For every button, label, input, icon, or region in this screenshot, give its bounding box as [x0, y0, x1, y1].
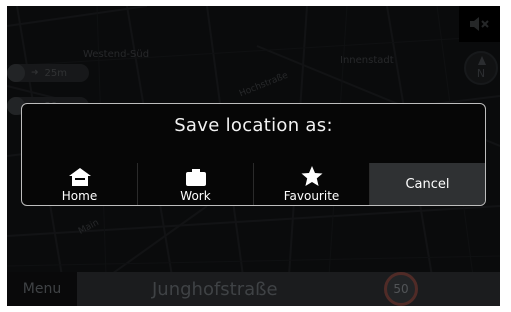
save-as-home-button[interactable]: Home — [22, 163, 138, 205]
star-icon — [301, 166, 322, 186]
save-location-dialog: Save location as: Home Work Favourite Ca… — [21, 103, 486, 206]
cancel-button[interactable]: Cancel — [370, 163, 485, 205]
briefcase-icon — [185, 169, 206, 186]
save-as-favourite-button[interactable]: Favourite — [254, 163, 370, 205]
dialog-title: Save location as: — [174, 115, 333, 136]
save-as-work-button[interactable]: Work — [138, 163, 254, 205]
home-icon — [68, 168, 91, 186]
save-options: Home Work Favourite Cancel — [22, 163, 485, 205]
option-label: Favourite — [283, 189, 340, 203]
option-label: Home — [61, 189, 98, 203]
option-label: Work — [180, 189, 211, 203]
